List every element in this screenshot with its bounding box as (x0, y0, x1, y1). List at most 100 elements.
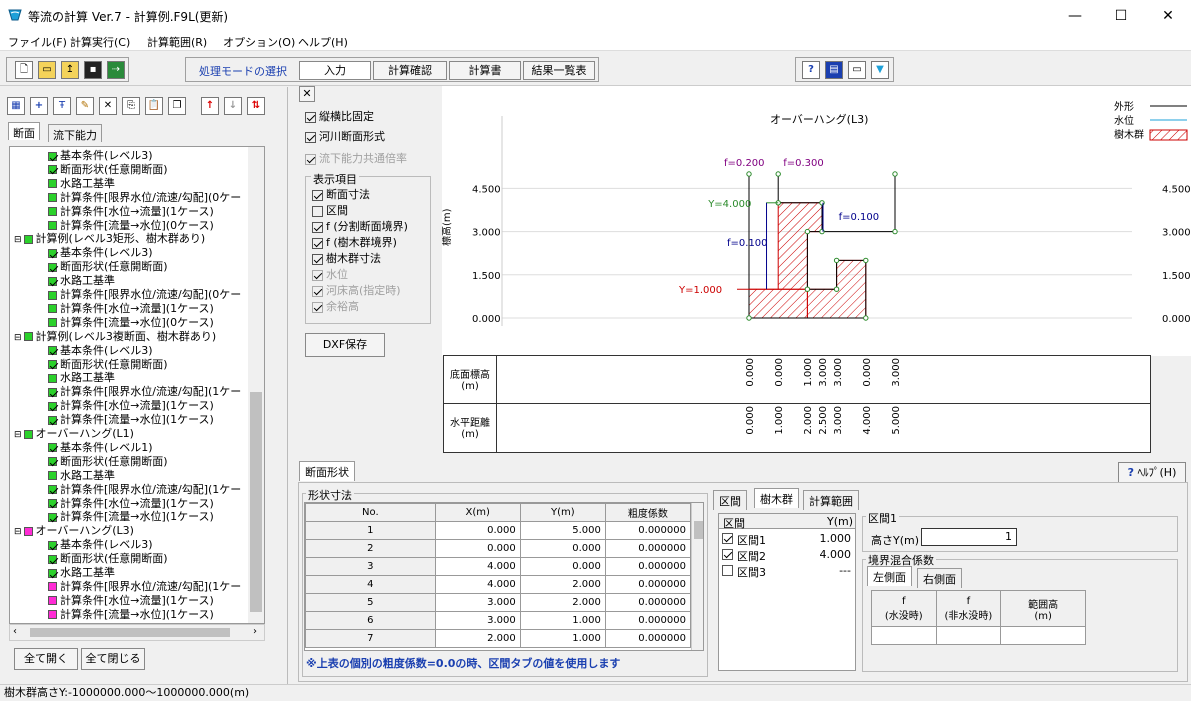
river-section-checkbox[interactable]: 河川断面形式 (305, 128, 385, 144)
section-checkbox[interactable] (722, 549, 733, 560)
edit-pencil-icon[interactable]: ✎ (76, 97, 94, 115)
table-row[interactable]: 3 4.000 0.000 0.000000 (305, 557, 692, 576)
tree-item[interactable]: 基本条件(レベル3) (48, 344, 153, 358)
help-button[interactable]: ? ﾍﾙﾌﾟ(H) (1118, 462, 1186, 484)
scroll-left-icon[interactable]: ‹ (13, 626, 17, 637)
tree-item[interactable]: 計算条件[水位→流量](1ケース) (48, 205, 214, 219)
mixing-table[interactable]: f (水没時) f (非水没時) 範囲高 (m) (871, 590, 1086, 645)
tree-item[interactable]: 計算条件[流量→水位](0ケース) (48, 219, 214, 233)
table-row[interactable]: 2 0.000 0.000 0.000000 (305, 539, 692, 558)
tree-item[interactable]: 基本条件(レベル3) (48, 246, 153, 260)
table-row[interactable]: 1 0.000 5.000 0.000000 (305, 521, 692, 540)
add-icon[interactable]: + (30, 97, 48, 115)
table-row[interactable]: 5 3.000 2.000 0.000000 (305, 593, 692, 612)
shape-cell[interactable]: 0.000000 (604, 539, 692, 558)
shape-cell[interactable]: 0.000 (434, 539, 521, 558)
display-item-checkbox[interactable]: f (樹木群境界) (312, 234, 397, 250)
tab-calc-range[interactable]: 計算範囲 (803, 490, 859, 510)
collapse-icon[interactable]: ⊟ (14, 527, 22, 537)
tab-trees[interactable]: 樹木群 (754, 488, 799, 508)
menu-calc-run[interactable]: 計算実行(C) (70, 34, 130, 50)
shape-cell[interactable]: 2.000 (519, 575, 606, 594)
tree-item[interactable]: ⊟ オーバーハング(L1) (14, 427, 134, 441)
tree-item[interactable]: 断面形状(任意開断面) (48, 455, 168, 469)
menu-help[interactable]: ヘルプ(H) (298, 34, 348, 50)
shape-cell[interactable]: 2.000 (519, 593, 606, 612)
mode-input-button[interactable]: 入力 (299, 61, 371, 80)
shape-cell[interactable]: 0.000 (519, 539, 606, 558)
new-file-icon[interactable]: 🗋 (15, 61, 33, 79)
tab-flow-capacity[interactable]: 流下能力 (48, 124, 102, 142)
shape-cell[interactable]: 0.000000 (604, 611, 692, 630)
shape-scroll-thumb[interactable] (694, 521, 703, 539)
mode-check-button[interactable]: 計算確認 (373, 61, 447, 80)
table-icon[interactable]: ▦ (7, 97, 25, 115)
help-icon[interactable]: ? (802, 61, 820, 79)
paste-icon[interactable]: 📋 (145, 97, 163, 115)
tree-item[interactable]: 断面形状(任意開断面) (48, 163, 168, 177)
shape-cell[interactable]: 0.000 (519, 557, 606, 576)
section-row[interactable]: 区間3 --- (719, 564, 855, 579)
shape-cell[interactable]: 0.000000 (604, 629, 692, 648)
tree-item[interactable]: 基本条件(レベル1) (48, 441, 153, 455)
menu-options[interactable]: オプション(O) (223, 34, 295, 50)
shape-cell[interactable]: 2.000 (434, 629, 521, 648)
shape-cell[interactable]: 4.000 (434, 575, 521, 594)
section-checkbox[interactable] (722, 565, 733, 576)
shape-cell[interactable]: 0.000 (434, 521, 521, 540)
maximize-button[interactable]: ☐ (1098, 0, 1144, 31)
tree-horizontal-scrollbar[interactable]: ‹ › (9, 624, 265, 641)
open-folder-icon[interactable]: ▭ (38, 61, 56, 79)
display-item-checkbox[interactable]: 断面寸法 (312, 186, 370, 202)
tree-item[interactable]: 計算条件[限界水位/流速/勾配](1ケー (48, 483, 241, 497)
collapse-icon[interactable]: ⊟ (14, 333, 22, 343)
tree-item[interactable]: 計算条件[流量→水位](1ケース) (48, 510, 214, 524)
close-button[interactable]: ✕ (1145, 0, 1191, 31)
scroll-right-icon[interactable]: › (253, 626, 257, 637)
tree-item[interactable]: 計算条件[水位→流量](1ケース) (48, 399, 214, 413)
tree-item[interactable]: 水路工基準 (48, 274, 115, 288)
tab-left-side[interactable]: 左側面 (867, 566, 912, 586)
menu-calc-range[interactable]: 計算範囲(R) (147, 34, 207, 50)
height-input[interactable]: 1 (921, 528, 1017, 546)
scroll-thumb[interactable] (250, 392, 262, 612)
tree-item[interactable]: ⊟ 計算例(レベル3複断面、樹木群あり) (14, 330, 216, 344)
tree-item[interactable]: 計算条件[流量→水位](1ケース) (48, 608, 214, 622)
tree-item[interactable]: 計算条件[限界水位/流速/勾配](0ケー (48, 191, 241, 205)
collapse-icon[interactable]: ⊟ (14, 430, 22, 440)
shape-cell[interactable]: 0.000000 (604, 521, 692, 540)
move-down-icon[interactable]: ↓ (224, 97, 242, 115)
menu-file[interactable]: ファイル(F) (8, 34, 67, 50)
tree-item[interactable]: 断面形状(任意開断面) (48, 260, 168, 274)
dxf-save-button[interactable]: DXF保存 (305, 333, 385, 357)
export-icon[interactable]: ⇢ (107, 61, 125, 79)
aspect-fixed-checkbox[interactable]: 縦横比固定 (305, 108, 374, 124)
section-checkbox[interactable] (722, 533, 733, 544)
shape-cell[interactable]: 3.000 (434, 611, 521, 630)
collapse-all-button[interactable]: 全て閉じる (81, 648, 145, 670)
display-item-checkbox[interactable]: 区間 (312, 202, 348, 218)
expand-all-button[interactable]: 全て開く (14, 648, 78, 670)
app-logo-icon[interactable]: ▼ (871, 61, 889, 79)
tab-section[interactable]: 断面 (8, 122, 40, 140)
info-icon[interactable]: ▭ (848, 61, 866, 79)
duplicate-icon[interactable]: ❐ (168, 97, 186, 115)
close-options-icon[interactable]: ✕ (299, 86, 315, 102)
project-tree[interactable]: 計算条件[流量→水位](1ケース) 計算条件[水位→流量](1ケース) 計算条件[限… (9, 146, 265, 624)
collapse-icon[interactable]: ⊟ (14, 235, 22, 245)
delete-icon[interactable]: ✕ (99, 97, 117, 115)
shape-cell[interactable]: 4.000 (434, 557, 521, 576)
open-recent-icon[interactable]: ↥ (61, 61, 79, 79)
tab-section-range[interactable]: 区間 (713, 490, 747, 510)
section-row[interactable]: 区間1 1.000 (719, 532, 855, 547)
move-up-icon[interactable]: ↑ (201, 97, 219, 115)
tree-item[interactable]: 計算条件[水位→流量](1ケース) (48, 302, 214, 316)
tree-item[interactable]: 基本条件(レベル3) (48, 538, 153, 552)
tree-item[interactable]: 水路工基準 (48, 177, 115, 191)
tree-item[interactable]: 計算条件[限界水位/流速/勾配](1ケー (48, 385, 241, 399)
manual-icon[interactable]: ▤ (825, 61, 843, 79)
tree-item[interactable]: 水路工基準 (48, 371, 115, 385)
shape-table[interactable]: No. X(m) Y(m) 粗度係数 1 0.000 5.000 0.000000 2 0.000… (305, 503, 692, 648)
shape-cell[interactable]: 1.000 (519, 629, 606, 648)
display-item-checkbox[interactable]: 樹木群寸法 (312, 250, 381, 266)
